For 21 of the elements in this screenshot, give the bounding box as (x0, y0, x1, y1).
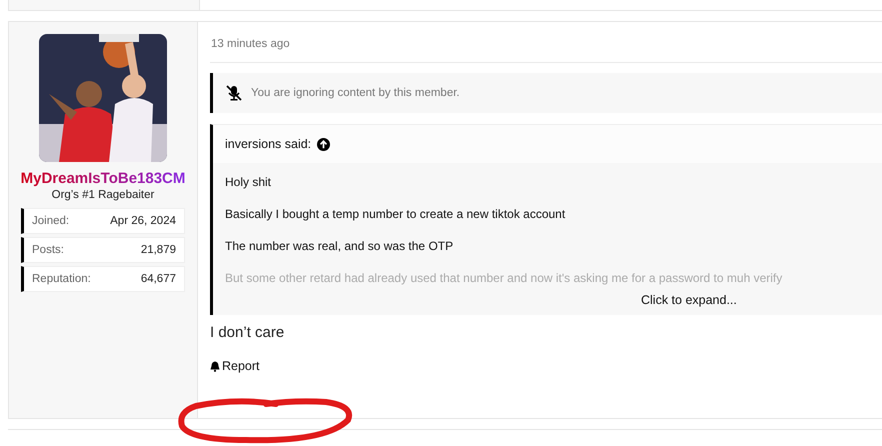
ignored-text: You are ignoring content by this member. (251, 87, 460, 99)
username-link[interactable]: MyDreamIsToBe183CM (20, 170, 186, 187)
user-title: Org’s #1 Ragebaiter (52, 189, 154, 201)
stat-value: 21,879 (140, 244, 176, 256)
up-arrow-icon[interactable] (317, 138, 330, 150)
post-time[interactable]: 13 minutes ago (210, 22, 882, 63)
quote-text: The number was real, and so was the OTP (225, 239, 454, 253)
quote-text: Holy shit (225, 175, 272, 189)
muted-microphone-icon (225, 85, 243, 101)
stat-label: Joined: (32, 215, 70, 227)
bell-icon (210, 360, 220, 372)
stat-value: Apr 26, 2024 (110, 215, 176, 227)
stat-value: 64,677 (140, 273, 176, 285)
report-link[interactable]: Report (210, 359, 260, 373)
quote-text: But some other retard had already used that number and now it's asking me for a password to muh verify (225, 271, 784, 285)
post-body: I don’t care (210, 324, 286, 341)
stat-label: Posts: (32, 244, 64, 256)
quote-text: Basically I bought a temp number to create a new tiktok account (225, 207, 566, 221)
expand-link[interactable]: Click to expand... (641, 293, 737, 307)
stat-label: Reputation: (32, 273, 91, 285)
quote-author: inversions said: (225, 137, 312, 151)
